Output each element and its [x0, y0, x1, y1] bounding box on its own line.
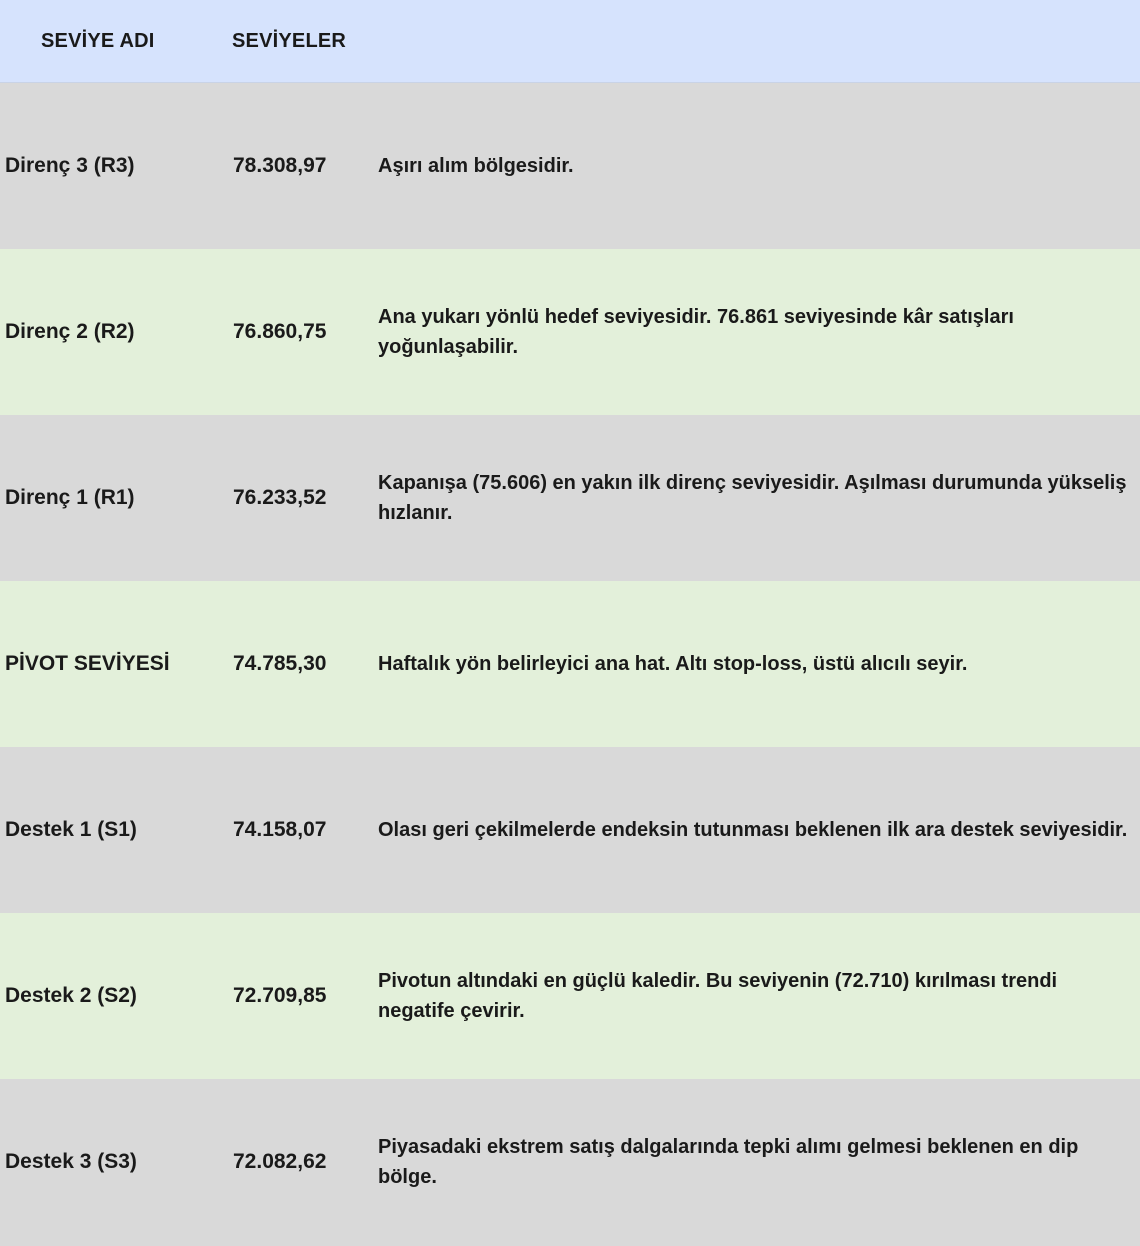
table-header-row: SEVİYE ADI SEVİYELER — [0, 0, 1140, 83]
level-value: 78.308,97 — [233, 154, 327, 177]
level-description: Haftalık yön belirleyici ana hat. Altı s… — [378, 653, 968, 675]
level-value: 76.233,52 — [233, 486, 327, 509]
table-row-r3: Direnç 3 (R3) 78.308,97 Aşırı alım bölge… — [0, 83, 1140, 249]
level-value: 74.158,07 — [233, 818, 327, 841]
level-name: Destek 1 (S1) — [5, 818, 137, 841]
header-level-name: SEVİYE ADI — [41, 30, 155, 52]
level-description: Ana yukarı yönlü hedef seviyesidir. 76.8… — [378, 306, 1014, 358]
table-row-r1: Direnç 1 (R1) 76.233,52 Kapanışa (75.606… — [0, 415, 1140, 581]
pivot-levels-table: SEVİYE ADI SEVİYELER Direnç 3 (R3) 78.30… — [0, 0, 1140, 1246]
level-value: 76.860,75 — [233, 320, 327, 343]
level-name: Direnç 3 (R3) — [5, 154, 135, 177]
level-name: Direnç 1 (R1) — [5, 486, 135, 509]
level-name: Destek 2 (S2) — [5, 984, 137, 1007]
level-description: Piyasadaki ekstrem satış dalgalarında te… — [378, 1136, 1079, 1188]
level-value: 72.709,85 — [233, 984, 327, 1007]
level-value: 74.785,30 — [233, 652, 327, 675]
table-row-s3: Destek 3 (S3) 72.082,62 Piyasadaki ekstr… — [0, 1079, 1140, 1246]
table-row-r2: Direnç 2 (R2) 76.860,75 Ana yukarı yönlü… — [0, 249, 1140, 415]
table-row-s2: Destek 2 (S2) 72.709,85 Pivotun altındak… — [0, 913, 1140, 1079]
level-description: Aşırı alım bölgesidir. — [378, 155, 574, 177]
level-description: Olası geri çekilmelerde endeksin tutunma… — [378, 819, 1128, 841]
level-name: Destek 3 (S3) — [5, 1150, 137, 1173]
table-row-s1: Destek 1 (S1) 74.158,07 Olası geri çekil… — [0, 747, 1140, 913]
level-description: Pivotun altındaki en güçlü kaledir. Bu s… — [378, 970, 1058, 1022]
header-levels: SEVİYELER — [232, 30, 347, 52]
table-row-pivot: PİVOT SEVİYESİ 74.785,30 Haftalık yön be… — [0, 581, 1140, 747]
level-name: Direnç 2 (R2) — [5, 320, 135, 343]
level-value: 72.082,62 — [233, 1150, 327, 1173]
level-description: Kapanışa (75.606) en yakın ilk direnç se… — [378, 472, 1127, 524]
level-name: PİVOT SEVİYESİ — [5, 652, 170, 675]
